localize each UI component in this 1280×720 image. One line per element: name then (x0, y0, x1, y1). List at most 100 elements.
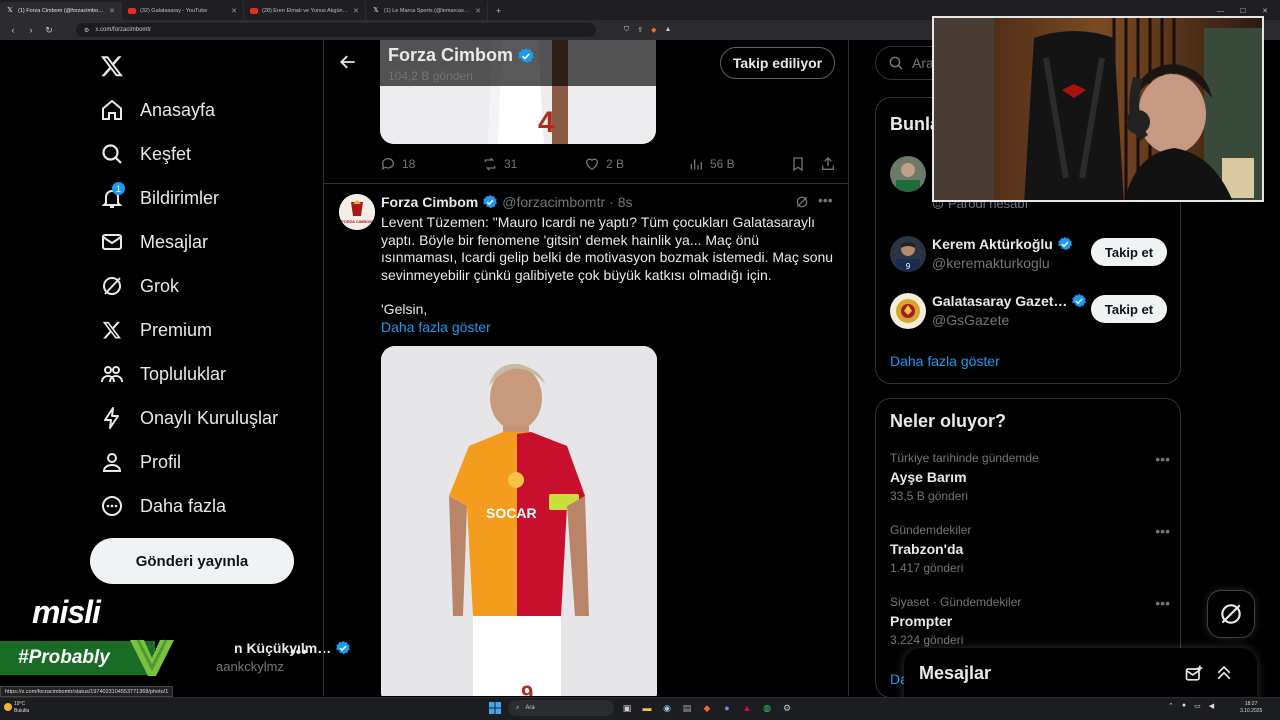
new-message-icon[interactable] (1184, 664, 1204, 689)
bookmark-button[interactable] (790, 156, 806, 172)
suggestion-name[interactable]: Galatasaray Gazet… (932, 293, 1087, 309)
new-tab-button[interactable]: + (488, 2, 509, 20)
trend-item[interactable]: Türkiye tarihinde gündemde Ayşe Barım 33… (890, 451, 1170, 511)
follow-suggestion[interactable]: 9 Kerem Aktürkoğlu @keremakturkoglu Taki… (876, 232, 1180, 282)
browser-tab[interactable]: 𝕏 (1) Le Marca Sports (@lemarcaspor… ✕ (366, 2, 488, 20)
search-icon: ⌕ (516, 704, 520, 711)
trend-more-icon[interactable]: ••• (1155, 523, 1170, 539)
lightning-icon (100, 406, 124, 430)
misli-logo: misli (32, 594, 101, 630)
repost-button[interactable]: 31 (482, 156, 517, 172)
task-view-icon[interactable]: ▣ (620, 701, 634, 715)
tab-title: (1) Le Marca Sports (@lemarcaspor… (384, 8, 472, 14)
post-image[interactable]: SOCAR 9 (381, 346, 657, 696)
settings-icon[interactable]: ⚙ (780, 701, 794, 715)
nav-item-more[interactable]: Daha fazla (90, 484, 320, 528)
network-icon[interactable]: ▭ (1194, 702, 1201, 710)
back-arrow-icon[interactable] (338, 52, 358, 72)
nav-item-premium[interactable]: Premium (90, 308, 320, 352)
show-more-link[interactable]: Daha fazla göster (890, 353, 1000, 369)
post-avatar[interactable]: FORZA CIMBOM (339, 194, 375, 230)
bookmark-icon[interactable]: ⛉ (624, 26, 629, 34)
follow-button[interactable]: Takip et (1091, 295, 1167, 323)
shield-icon[interactable]: ◆ (651, 26, 656, 34)
post-author-handle[interactable]: @forzacimbomtr (502, 194, 605, 210)
avatar[interactable] (890, 293, 926, 329)
post-author-name[interactable]: Forza Cimbom (381, 194, 478, 210)
share-icon[interactable]: ⇪ (637, 26, 643, 34)
avatar[interactable] (890, 156, 926, 192)
taskbar-search[interactable]: ⌕ Ara (508, 700, 614, 716)
minimize-icon[interactable]: — (1217, 8, 1224, 15)
share-button[interactable] (820, 156, 836, 172)
show-more-link[interactable]: Daha fazla göster (381, 319, 491, 335)
browser-tab[interactable]: 𝕏 (1) Forza Cimbom (@forzacimbo… ✕ (0, 2, 122, 20)
weather-widget[interactable]: 19°C Bulutlu (14, 701, 29, 715)
grok-button[interactable] (1207, 590, 1255, 638)
tray-chevron-icon[interactable]: ⌃ (1168, 702, 1174, 710)
webcam-overlay (932, 16, 1264, 202)
close-icon[interactable]: ✕ (475, 7, 481, 15)
avatar[interactable]: 9 (890, 236, 926, 272)
browser-tab[interactable]: (32) Galatasaray - YouTube ✕ (122, 2, 244, 20)
close-icon[interactable]: ✕ (231, 7, 237, 15)
nav-item-messages[interactable]: Mesajlar (90, 220, 320, 264)
close-window-icon[interactable]: ✕ (1262, 7, 1268, 15)
like-button[interactable]: 2 B (584, 156, 624, 172)
close-icon[interactable]: ✕ (109, 7, 115, 15)
app-icon[interactable]: ▲ (740, 701, 754, 715)
nav-item-label: Grok (140, 275, 180, 296)
link-status-url: https://x.com/forzacimbomtr/status/19740… (0, 686, 174, 697)
app-icon[interactable]: ▤ (680, 701, 694, 715)
nav-item-profile[interactable]: Profil (90, 440, 320, 484)
nav-item-notifications[interactable]: 1 Bildirimler (90, 176, 320, 220)
trend-more-icon[interactable]: ••• (1155, 451, 1170, 467)
messages-drawer[interactable]: Mesajlar (904, 648, 1257, 700)
trend-more-icon[interactable]: ••• (1155, 595, 1170, 611)
nav-item-verified-orgs[interactable]: Onaylı Kuruluşlar (90, 396, 320, 440)
close-icon[interactable]: ✕ (353, 7, 359, 15)
nav-item-grok[interactable]: Grok (90, 264, 320, 308)
reload-icon[interactable]: ↻ (44, 25, 54, 36)
expand-up-icon[interactable] (1214, 662, 1234, 687)
rewards-icon[interactable]: ▲ (665, 26, 672, 34)
windows-start-icon[interactable] (488, 701, 502, 715)
views-icon (690, 159, 702, 170)
follow-button[interactable]: Takip et (1091, 238, 1167, 266)
site-info-icon[interactable]: ⚙ (84, 27, 89, 34)
post-more-icon[interactable]: ••• (818, 192, 833, 208)
x-logo-icon[interactable] (90, 44, 134, 88)
nav-item-label: Onaylı Kuruluşlar (140, 407, 279, 428)
account-more-icon[interactable]: ••• (290, 644, 307, 662)
forward-nav-icon[interactable]: › (26, 25, 36, 35)
browser-tab[interactable]: (28) Eren Elmalı ve Yunus Akgün, EA… ✕ (244, 2, 366, 20)
following-button[interactable]: Takip ediliyor (720, 47, 835, 79)
discord-icon[interactable]: ● (720, 701, 734, 715)
file-explorer-icon[interactable]: ▬ (640, 701, 654, 715)
grok-explain-icon[interactable] (794, 194, 810, 215)
suggestion-name-text: Galatasaray Gazet… (932, 293, 1068, 309)
maximize-icon[interactable]: ☐ (1240, 7, 1246, 15)
volume-icon[interactable]: ◀ (1209, 702, 1214, 710)
reply-button[interactable]: 18 (380, 156, 415, 172)
post-button[interactable]: Gönderi yayınla (90, 538, 294, 584)
nav-item-home[interactable]: Anasayfa (90, 88, 320, 132)
nav-item-communities[interactable]: Topluluklar (90, 352, 320, 396)
steam-icon[interactable]: ◉ (660, 701, 674, 715)
whatsapp-icon[interactable]: ◍ (760, 701, 774, 715)
back-nav-icon[interactable]: ‹ (8, 25, 18, 35)
views-button[interactable]: 56 B (688, 156, 735, 172)
clock[interactable]: 18:27 3.10.2025 (1240, 701, 1262, 715)
page-title-text: Forza Cimbom (388, 45, 514, 65)
follow-suggestion[interactable]: Galatasaray Gazet… @GsGazete Takip et (876, 289, 1180, 339)
post-time[interactable]: · 8s (609, 194, 632, 210)
search-icon (100, 142, 124, 166)
suggestion-name[interactable]: Kerem Aktürkoğlu (932, 236, 1073, 252)
brave-browser-icon[interactable]: ◆ (700, 701, 714, 715)
trend-item[interactable]: Gündemdekiler Trabzon'da 1.417 gönderi •… (890, 523, 1170, 583)
url-field[interactable]: ⚙ x.com/forzacimbomtr (76, 23, 596, 37)
trend-item[interactable]: Siyaset · Gündemdekiler Prompter 3.224 g… (890, 595, 1170, 655)
nav-item-explore[interactable]: Keşfet (90, 132, 320, 176)
mic-icon[interactable]: ● (1182, 702, 1186, 710)
verified-badge-icon (483, 195, 498, 209)
